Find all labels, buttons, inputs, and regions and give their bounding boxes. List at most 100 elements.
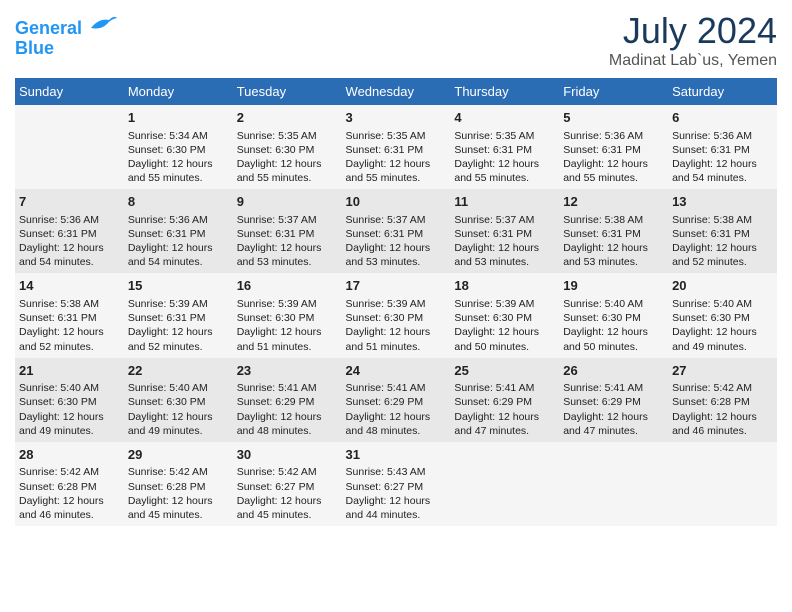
day-number: 23 [237,362,338,380]
day-number: 28 [19,446,120,464]
day-number: 7 [19,193,120,211]
day-cell [559,442,668,526]
day-info: Sunrise: 5:36 AM Sunset: 6:31 PM Dayligh… [672,129,773,186]
weekday-saturday: Saturday [668,78,777,105]
calendar-table: SundayMondayTuesdayWednesdayThursdayFrid… [15,78,777,526]
day-cell: 14Sunrise: 5:38 AM Sunset: 6:31 PM Dayli… [15,273,124,357]
day-cell: 26Sunrise: 5:41 AM Sunset: 6:29 PM Dayli… [559,358,668,442]
day-cell: 20 Sunrise: 5:40 AM Sunset: 6:30 PM Dayli… [668,273,777,357]
day-number: 15 [128,277,229,295]
day-cell: 31Sunrise: 5:43 AM Sunset: 6:27 PM Dayli… [342,442,451,526]
day-cell: 30Sunrise: 5:42 AM Sunset: 6:27 PM Dayli… [233,442,342,526]
day-cell: 23Sunrise: 5:41 AM Sunset: 6:29 PM Dayli… [233,358,342,442]
day-number: 3 [346,109,447,127]
day-cell: 24Sunrise: 5:41 AM Sunset: 6:29 PM Dayli… [342,358,451,442]
day-number: 30 [237,446,338,464]
week-row-1: 7 Sunrise: 5:36 AM Sunset: 6:31 PM Daylig… [15,189,777,273]
day-cell: 28Sunrise: 5:42 AM Sunset: 6:28 PM Dayli… [15,442,124,526]
day-info: Sunrise: 5:40 AM Sunset: 6:30 PM Dayligh… [563,297,664,354]
day-info: Sunrise: 5:39 AM Sunset: 6:30 PM Dayligh… [346,297,447,354]
day-cell: 29Sunrise: 5:42 AM Sunset: 6:28 PM Dayli… [124,442,233,526]
day-info: Sunrise: 5:37 AM Sunset: 6:31 PM Dayligh… [346,213,447,270]
day-cell [668,442,777,526]
day-info: Sunrise: 5:42 AM Sunset: 6:28 PM Dayligh… [19,465,120,522]
day-info: Sunrise: 5:35 AM Sunset: 6:31 PM Dayligh… [454,129,555,186]
day-info: Sunrise: 5:39 AM Sunset: 6:30 PM Dayligh… [454,297,555,354]
day-number: 26 [563,362,664,380]
weekday-tuesday: Tuesday [233,78,342,105]
day-cell: 13 Sunrise: 5:38 AM Sunset: 6:31 PM Dayli… [668,189,777,273]
day-cell: 8 Sunrise: 5:36 AM Sunset: 6:31 PM Daylig… [124,189,233,273]
day-cell: 18 Sunrise: 5:39 AM Sunset: 6:30 PM Dayli… [450,273,559,357]
day-info: Sunrise: 5:40 AM Sunset: 6:30 PM Dayligh… [672,297,773,354]
day-info: Sunrise: 5:41 AM Sunset: 6:29 PM Dayligh… [237,381,338,438]
day-number: 27 [672,362,773,380]
day-info: Sunrise: 5:38 AM Sunset: 6:31 PM Dayligh… [672,213,773,270]
day-cell: 12 Sunrise: 5:38 AM Sunset: 6:31 PM Dayli… [559,189,668,273]
day-cell: 4 Sunrise: 5:35 AM Sunset: 6:31 PM Daylig… [450,105,559,189]
day-cell: 22Sunrise: 5:40 AM Sunset: 6:30 PM Dayli… [124,358,233,442]
day-cell: 3 Sunrise: 5:35 AM Sunset: 6:31 PM Daylig… [342,105,451,189]
week-row-2: 14Sunrise: 5:38 AM Sunset: 6:31 PM Dayli… [15,273,777,357]
day-number: 25 [454,362,555,380]
day-info: Sunrise: 5:38 AM Sunset: 6:31 PM Dayligh… [563,213,664,270]
day-cell: 9Sunrise: 5:37 AM Sunset: 6:31 PM Daylig… [233,189,342,273]
day-info: Sunrise: 5:42 AM Sunset: 6:28 PM Dayligh… [128,465,229,522]
day-info: Sunrise: 5:43 AM Sunset: 6:27 PM Dayligh… [346,465,447,522]
day-number: 11 [454,193,555,211]
header: General Blue July 2024 Madinat Lab`us, Y… [15,10,777,70]
day-info: Sunrise: 5:39 AM Sunset: 6:30 PM Dayligh… [237,297,338,354]
day-info: Sunrise: 5:35 AM Sunset: 6:31 PM Dayligh… [346,129,447,186]
day-info: Sunrise: 5:42 AM Sunset: 6:28 PM Dayligh… [672,381,773,438]
day-number: 4 [454,109,555,127]
weekday-monday: Monday [124,78,233,105]
week-row-0: 1Sunrise: 5:34 AM Sunset: 6:30 PM Daylig… [15,105,777,189]
day-cell: 1Sunrise: 5:34 AM Sunset: 6:30 PM Daylig… [124,105,233,189]
day-number: 20 [672,277,773,295]
day-number: 8 [128,193,229,211]
day-info: Sunrise: 5:36 AM Sunset: 6:31 PM Dayligh… [563,129,664,186]
day-info: Sunrise: 5:41 AM Sunset: 6:29 PM Dayligh… [563,381,664,438]
location: Madinat Lab`us, Yemen [609,52,777,70]
day-number: 29 [128,446,229,464]
day-number: 18 [454,277,555,295]
day-cell: 25Sunrise: 5:41 AM Sunset: 6:29 PM Dayli… [450,358,559,442]
day-info: Sunrise: 5:36 AM Sunset: 6:31 PM Dayligh… [128,213,229,270]
day-cell: 6 Sunrise: 5:36 AM Sunset: 6:31 PM Daylig… [668,105,777,189]
day-number: 31 [346,446,447,464]
day-cell: 21Sunrise: 5:40 AM Sunset: 6:30 PM Dayli… [15,358,124,442]
day-cell: 7 Sunrise: 5:36 AM Sunset: 6:31 PM Daylig… [15,189,124,273]
day-number: 13 [672,193,773,211]
logo-bird-icon [89,10,119,34]
day-number: 12 [563,193,664,211]
day-info: Sunrise: 5:34 AM Sunset: 6:30 PM Dayligh… [128,129,229,186]
day-number: 2 [237,109,338,127]
day-info: Sunrise: 5:37 AM Sunset: 6:31 PM Dayligh… [237,213,338,270]
week-row-3: 21Sunrise: 5:40 AM Sunset: 6:30 PM Dayli… [15,358,777,442]
weekday-sunday: Sunday [15,78,124,105]
day-cell: 16 Sunrise: 5:39 AM Sunset: 6:30 PM Dayli… [233,273,342,357]
day-number: 19 [563,277,664,295]
day-info: Sunrise: 5:41 AM Sunset: 6:29 PM Dayligh… [454,381,555,438]
day-cell: 15Sunrise: 5:39 AM Sunset: 6:31 PM Dayli… [124,273,233,357]
month-year: July 2024 [609,10,777,52]
logo-general: General [15,18,82,38]
day-cell: 5 Sunrise: 5:36 AM Sunset: 6:31 PM Daylig… [559,105,668,189]
day-info: Sunrise: 5:38 AM Sunset: 6:31 PM Dayligh… [19,297,120,354]
day-cell [15,105,124,189]
logo: General Blue [15,10,119,59]
day-info: Sunrise: 5:35 AM Sunset: 6:30 PM Dayligh… [237,129,338,186]
day-info: Sunrise: 5:36 AM Sunset: 6:31 PM Dayligh… [19,213,120,270]
weekday-friday: Friday [559,78,668,105]
day-number: 5 [563,109,664,127]
day-number: 22 [128,362,229,380]
day-cell: 17 Sunrise: 5:39 AM Sunset: 6:30 PM Dayli… [342,273,451,357]
day-number: 16 [237,277,338,295]
weekday-wednesday: Wednesday [342,78,451,105]
day-number: 6 [672,109,773,127]
day-number: 17 [346,277,447,295]
title-area: July 2024 Madinat Lab`us, Yemen [609,10,777,70]
day-number: 24 [346,362,447,380]
day-cell [450,442,559,526]
day-number: 10 [346,193,447,211]
